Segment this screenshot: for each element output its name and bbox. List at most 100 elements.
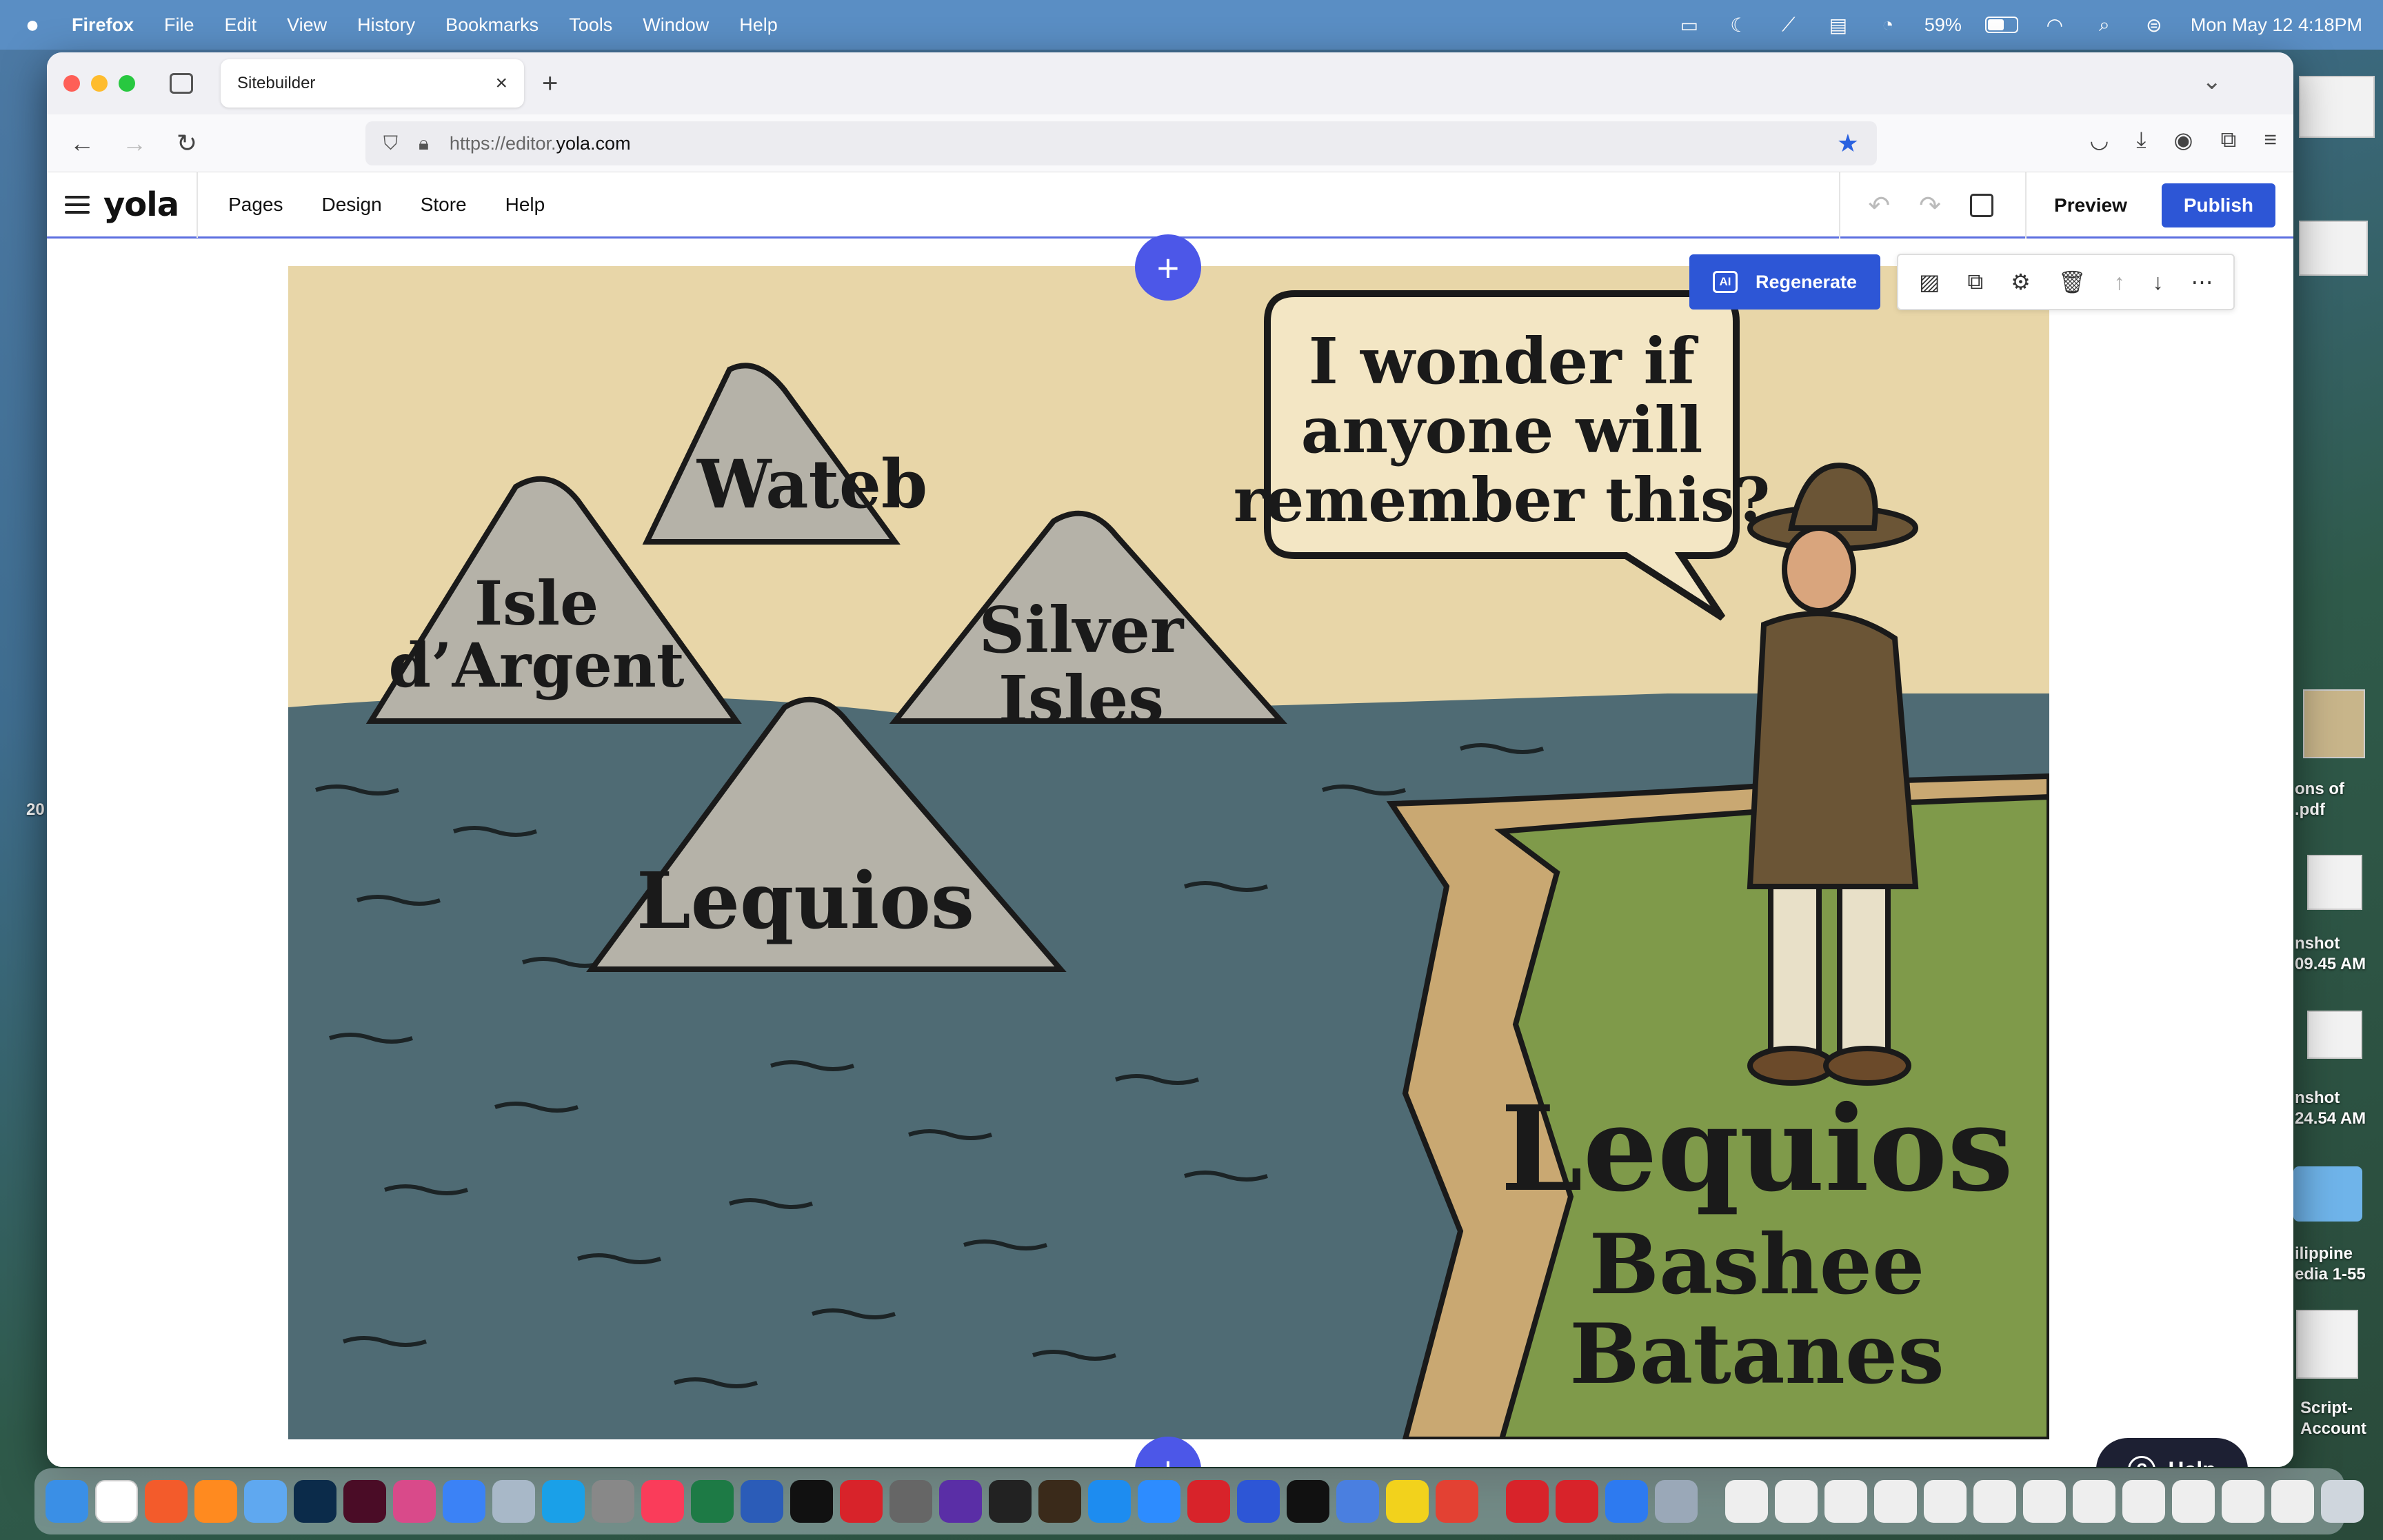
battery-percent[interactable]: 59%: [1924, 14, 1962, 36]
help-button[interactable]: ? Help: [2096, 1438, 2248, 1467]
new-tab-icon[interactable]: +: [542, 68, 558, 99]
menu-pages[interactable]: Pages: [228, 194, 283, 216]
pdf-icon[interactable]: [1556, 1480, 1598, 1523]
menu-help[interactable]: Help: [739, 14, 778, 36]
close-window-button[interactable]: [63, 75, 80, 92]
photoshop-icon[interactable]: [294, 1480, 336, 1523]
mail-icon[interactable]: [244, 1480, 287, 1523]
minimize-window-button[interactable]: [91, 75, 108, 92]
cloud-icon[interactable]: ◔: [1875, 14, 1901, 35]
screenshot-app-icon[interactable]: [1655, 1480, 1698, 1523]
desktop-label[interactable]: 09.45 AM: [2295, 954, 2366, 975]
desktop-label[interactable]: nshot: [2295, 1088, 2340, 1108]
move-down-icon[interactable]: ↓: [2152, 270, 2163, 295]
desktop-file-thumbnail[interactable]: [2299, 221, 2368, 276]
trash-bin-icon[interactable]: [2321, 1480, 2364, 1523]
tab-overview-icon[interactable]: [170, 73, 193, 94]
recent-document-icon[interactable]: [1874, 1480, 1917, 1523]
shield-app-icon[interactable]: [1605, 1480, 1648, 1523]
apple-menu-icon[interactable]: ●: [21, 12, 44, 39]
preview-button[interactable]: Preview: [2054, 194, 2127, 216]
recent-document-icon[interactable]: [2172, 1480, 2215, 1523]
apple-tv-icon[interactable]: [790, 1480, 833, 1523]
recent-document-icon[interactable]: [1973, 1480, 2016, 1523]
redo-icon[interactable]: ↷: [1919, 190, 1941, 221]
pocket-icon[interactable]: ◡: [2089, 127, 2109, 153]
brave-icon[interactable]: [145, 1480, 188, 1523]
desktop-folder-icon[interactable]: [2293, 1166, 2362, 1222]
url-bar[interactable]: ⛉ 🔒︎ https://editor. yola.com ★: [365, 121, 1877, 165]
duplicate-icon[interactable]: ⧉: [1967, 269, 1983, 295]
menu-design[interactable]: Design: [322, 194, 382, 216]
menu-app-name[interactable]: Firefox: [72, 14, 134, 36]
zoom-icon[interactable]: [1138, 1480, 1180, 1523]
recent-document-icon[interactable]: [1725, 1480, 1768, 1523]
recent-document-icon[interactable]: [2122, 1480, 2165, 1523]
control-center-icon[interactable]: ⊜: [2141, 14, 2167, 36]
calculator-icon[interactable]: [889, 1480, 932, 1523]
creative-cloud-icon[interactable]: [393, 1480, 436, 1523]
menu-bookmarks[interactable]: Bookmarks: [445, 14, 539, 36]
downloads-icon[interactable]: ⤓: [2136, 127, 2146, 153]
chrome-icon[interactable]: [1436, 1480, 1478, 1523]
video-app-icon[interactable]: [939, 1480, 982, 1523]
move-up-icon[interactable]: ↑: [2113, 270, 2124, 295]
recent-document-icon[interactable]: [1824, 1480, 1867, 1523]
more-options-icon[interactable]: ⋯: [2191, 269, 2213, 295]
hero-image-block[interactable]: Wateb Isle d’Argent Silver Isles Lequios: [288, 266, 2049, 1439]
desktop-file-thumbnail[interactable]: [2307, 1011, 2362, 1059]
recent-document-icon[interactable]: [2222, 1480, 2264, 1523]
menu-help-editor[interactable]: Help: [505, 194, 545, 216]
recent-document-icon[interactable]: [1775, 1480, 1818, 1523]
firefox-icon[interactable]: [194, 1480, 237, 1523]
menu-store[interactable]: Store: [421, 194, 467, 216]
menubar-clock[interactable]: Mon May 12 4:18PM: [2191, 14, 2362, 36]
shield-icon[interactable]: ⛉: [383, 132, 398, 155]
hamburger-menu-icon[interactable]: [65, 195, 90, 214]
kindle-icon[interactable]: [989, 1480, 1032, 1523]
keyboard-icon[interactable]: ▤: [1825, 14, 1851, 36]
pen-icon[interactable]: ⟋: [1776, 14, 1802, 35]
regenerate-button[interactable]: AI Regenerate: [1689, 254, 1881, 310]
menu-tools[interactable]: Tools: [569, 14, 612, 36]
trash-icon[interactable]: 🗑︎: [2058, 269, 2087, 295]
tool-icon[interactable]: [1237, 1480, 1280, 1523]
tab-sitebuilder[interactable]: Sitebuilder ×: [221, 59, 524, 108]
acrobat-icon[interactable]: [840, 1480, 883, 1523]
recent-document-icon[interactable]: [2271, 1480, 2314, 1523]
image-icon[interactable]: ▨: [1919, 269, 1940, 295]
desktop-label[interactable]: 20: [26, 800, 45, 820]
wifi-icon[interactable]: ◠: [2042, 14, 2068, 36]
yola-logo[interactable]: yola: [103, 185, 179, 224]
finder-icon[interactable]: [46, 1480, 88, 1523]
recent-document-icon[interactable]: [1924, 1480, 1967, 1523]
desktop-label[interactable]: Script-: [2300, 1398, 2353, 1419]
vpn-icon[interactable]: [1336, 1480, 1379, 1523]
save-icon[interactable]: [1970, 194, 1994, 217]
forward-icon[interactable]: →: [117, 129, 152, 158]
add-section-below-button[interactable]: +: [1135, 1437, 1201, 1467]
chevron-down-icon[interactable]: ⌄: [2202, 68, 2222, 95]
app-menu-icon[interactable]: ≡: [2264, 127, 2277, 153]
do-not-disturb-moon-icon[interactable]: ☾: [1726, 14, 1752, 36]
display-icon[interactable]: ▭: [1676, 14, 1702, 36]
desktop-label[interactable]: ilippine: [2295, 1244, 2353, 1264]
garageband-icon[interactable]: [1038, 1480, 1081, 1523]
settings-gear-icon[interactable]: ⚙: [2011, 269, 2031, 295]
undo-icon[interactable]: ↶: [1868, 190, 1890, 221]
reload-icon[interactable]: ↻: [170, 129, 204, 158]
preview-app-icon[interactable]: [492, 1480, 535, 1523]
system-settings-icon[interactable]: [592, 1480, 634, 1523]
app-store-icon[interactable]: [1088, 1480, 1131, 1523]
desktop-file-thumbnail[interactable]: [2296, 1310, 2358, 1379]
bookmark-star-icon[interactable]: ★: [1837, 129, 1859, 158]
desktop-file-thumbnail[interactable]: [2303, 689, 2365, 758]
add-section-above-button[interactable]: +: [1135, 234, 1201, 301]
indesign-icon[interactable]: [343, 1480, 386, 1523]
desktop-file-thumbnail[interactable]: [2307, 855, 2362, 910]
excel-icon[interactable]: [691, 1480, 734, 1523]
menu-view[interactable]: View: [287, 14, 327, 36]
word-icon[interactable]: [741, 1480, 783, 1523]
desktop-label[interactable]: Account: [2300, 1419, 2366, 1439]
zoom-window-button[interactable]: [119, 75, 135, 92]
